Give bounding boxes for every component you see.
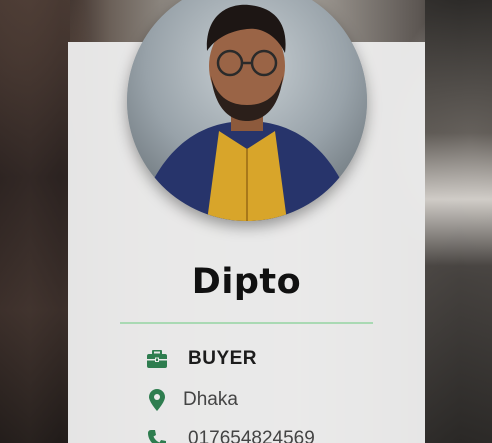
briefcase-icon xyxy=(146,348,168,370)
phone-row: 017654824569 xyxy=(146,428,315,443)
background-right xyxy=(425,0,492,443)
phone-label: 017654824569 xyxy=(188,428,315,443)
background-left xyxy=(0,0,70,443)
location-label: Dhaka xyxy=(183,389,238,410)
map-pin-icon xyxy=(146,389,168,411)
divider xyxy=(120,322,373,324)
location-row: Dhaka xyxy=(146,389,238,411)
phone-icon xyxy=(146,428,168,443)
role-row: BUYER xyxy=(146,348,257,370)
role-label: BUYER xyxy=(188,348,258,369)
profile-name: Dipto xyxy=(191,262,302,302)
